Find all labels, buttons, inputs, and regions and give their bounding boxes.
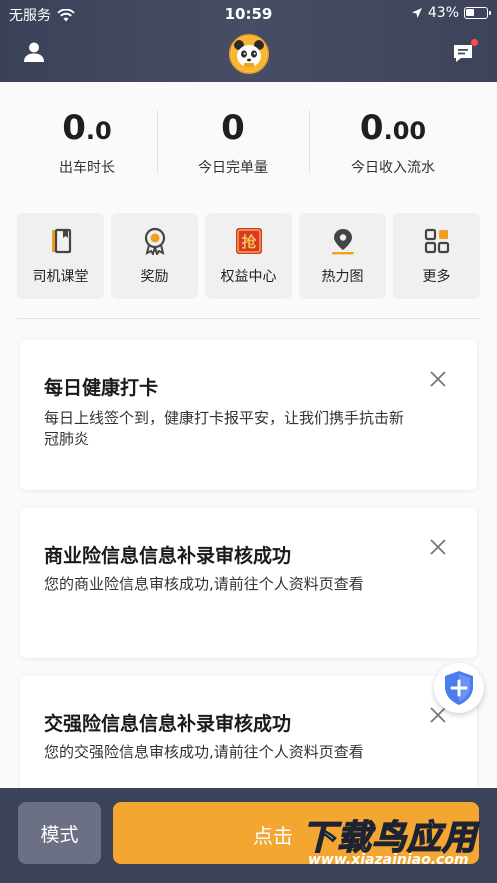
notification-dot — [471, 39, 478, 46]
stat-value: 0 — [221, 108, 245, 148]
location-arrow-icon — [411, 8, 422, 18]
stat-label: 今日收入流水 — [351, 160, 435, 176]
app-header: 无服务 10:59 43% — [0, 0, 497, 82]
panda-logo — [229, 34, 269, 74]
mode-button-label: 模式 — [40, 823, 79, 846]
stat-value: 0.0 — [62, 108, 112, 148]
stat-income-today: 0.00 今日收入流水 — [318, 108, 468, 177]
notification-card[interactable]: 交强险信息信息补录审核成功 您的交强险信息审核成功,请前往个人资料页查看 — [20, 676, 477, 788]
feature-tiles: 司机课堂 奖励 抢 权益中心 热力图 更多 — [17, 213, 480, 299]
section-divider — [17, 318, 480, 319]
bottom-bar: 模式 点击 下载鸟应用 www.xiazainiao.com — [0, 788, 497, 883]
close-icon[interactable] — [429, 370, 447, 388]
tile-driver-class[interactable]: 司机课堂 — [17, 213, 104, 299]
card-desc: 每日上线签个到，健康打卡报平安，让我们携手抗击新冠肺炎 — [44, 409, 405, 448]
stat-label: 今日完单量 — [198, 160, 268, 176]
close-icon[interactable] — [429, 538, 447, 556]
tile-benefits-center[interactable]: 抢 权益中心 — [205, 213, 292, 299]
tile-heatmap[interactable]: 热力图 — [299, 213, 386, 299]
book-icon — [52, 228, 72, 254]
battery-icon — [464, 7, 491, 19]
card-desc: 您的商业险信息审核成功,请前往个人资料页查看 — [44, 575, 364, 593]
tile-label: 权益中心 — [220, 269, 277, 285]
card-desc: 您的交强险信息审核成功,请前往个人资料页查看 — [44, 743, 364, 761]
location-pin-icon — [332, 229, 354, 255]
stat-orders-today: 0 今日完单量 — [158, 108, 308, 177]
safety-fab-button[interactable] — [434, 663, 484, 713]
tile-rewards[interactable]: 奖励 — [111, 213, 198, 299]
watermark-url: www.xiazainiao.com — [308, 852, 469, 868]
card-title: 每日健康打卡 — [44, 377, 159, 399]
grid-icon — [424, 228, 450, 254]
mode-button[interactable]: 模式 — [18, 802, 101, 864]
stat-driving-time: 0.0 出车时长 — [12, 108, 162, 177]
shield-plus-icon — [445, 671, 473, 705]
card-title: 商业险信息信息补录审核成功 — [44, 545, 292, 567]
stat-value: 0.00 — [359, 108, 427, 148]
status-bar: 无服务 10:59 43% — [0, 0, 497, 26]
status-right: 43% — [411, 5, 491, 21]
watermark: 下载鸟应用 www.xiazainiao.com — [298, 810, 494, 870]
main-content: 0.0 出车时长 0 今日完单量 0.00 今日收入流水 司机课堂 奖励 抢 权… — [0, 82, 497, 788]
user-icon[interactable] — [22, 40, 46, 64]
tile-label: 更多 — [422, 269, 451, 285]
battery-percent: 43% — [427, 5, 459, 21]
tile-label: 司机课堂 — [32, 269, 89, 285]
tile-label: 热力图 — [321, 269, 364, 285]
start-button-label: 点击 — [253, 824, 293, 848]
divider — [309, 110, 310, 174]
svg-text:抢: 抢 — [241, 233, 257, 251]
medal-icon — [144, 227, 166, 255]
tile-label: 奖励 — [140, 269, 169, 285]
card-title: 交强险信息信息补录审核成功 — [44, 713, 292, 735]
tile-more[interactable]: 更多 — [393, 213, 480, 299]
notification-card[interactable]: 商业险信息信息补录审核成功 您的商业险信息审核成功,请前往个人资料页查看 — [20, 508, 477, 658]
notification-card[interactable]: 每日健康打卡 每日上线签个到，健康打卡报平安，让我们携手抗击新冠肺炎 — [20, 340, 477, 490]
grab-red-packet-icon: 抢 — [236, 228, 262, 254]
stats-row: 0.0 出车时长 0 今日完单量 0.00 今日收入流水 — [0, 82, 497, 187]
stat-label: 出车时长 — [59, 160, 115, 176]
